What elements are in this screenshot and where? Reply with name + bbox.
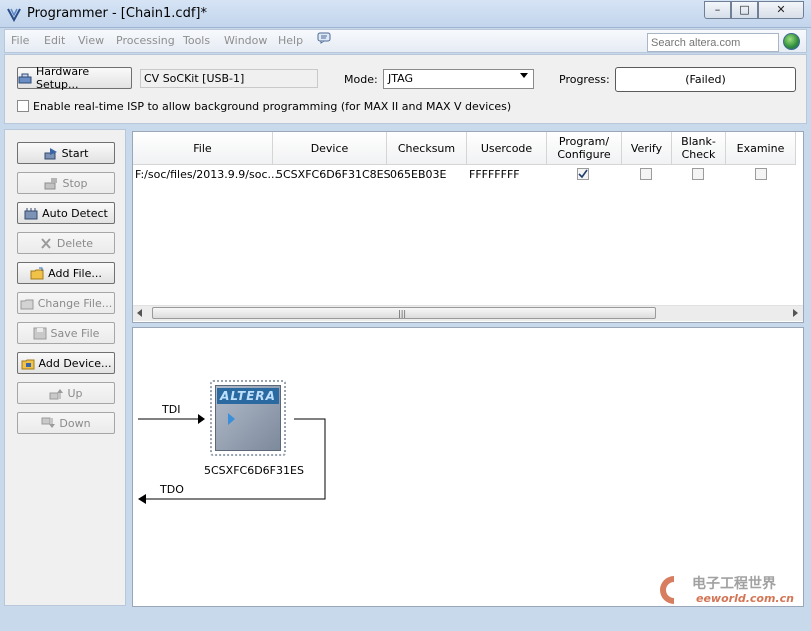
scroll-right-icon[interactable] xyxy=(793,309,798,317)
hardware-setup-button[interactable]: Hardware Setup... xyxy=(17,65,132,91)
mode-select[interactable]: JTAG xyxy=(383,69,534,89)
delete-label: Delete xyxy=(56,236,94,250)
add-device-label: Add Device... xyxy=(38,356,112,370)
auto-detect-label: Auto Detect xyxy=(42,206,108,220)
column-header-examine[interactable]: Examine xyxy=(726,132,796,165)
progress-status: (Failed) xyxy=(615,67,796,92)
tdo-label: TDO xyxy=(160,483,184,496)
up-button[interactable]: Up xyxy=(17,382,115,404)
row-usercode[interactable]: FFFFFFFF xyxy=(469,168,520,181)
menu-window[interactable]: Window xyxy=(224,34,267,47)
auto-detect-button[interactable]: Auto Detect xyxy=(17,202,115,224)
maximize-button[interactable]: □ xyxy=(731,1,758,19)
up-icon xyxy=(49,388,64,399)
chevron-down-icon[interactable] xyxy=(520,73,528,78)
down-button[interactable]: Down xyxy=(17,412,115,434)
progress-label: Progress: xyxy=(559,73,610,86)
verify-checkbox[interactable] xyxy=(640,168,652,180)
row-file[interactable]: F:/soc/files/2013.9.9/soc... xyxy=(135,168,278,181)
add-file-label: Add File... xyxy=(48,266,102,280)
mode-label: Mode: xyxy=(344,73,378,86)
blank-check-checkbox[interactable] xyxy=(692,168,704,180)
hardware-field: CV SoCKit [USB-1] xyxy=(140,69,318,88)
scroll-left-icon[interactable] xyxy=(137,309,142,317)
globe-icon[interactable] xyxy=(783,33,800,50)
save-file-button[interactable]: Save File xyxy=(17,322,115,344)
column-header-program-configure[interactable]: Program/ Configure xyxy=(547,132,622,165)
svg-text:eeworld.com.cn: eeworld.com.cn xyxy=(696,592,794,605)
delete-button[interactable]: Delete xyxy=(17,232,115,254)
delete-icon xyxy=(41,237,51,249)
save-file-label: Save File xyxy=(50,326,100,340)
menu-edit[interactable]: Edit xyxy=(44,34,65,47)
scroll-grip-icon: ||| xyxy=(398,309,407,318)
column-header-blank-check[interactable]: Blank- Check xyxy=(672,132,726,165)
close-button[interactable]: ✕ xyxy=(758,1,804,19)
minimize-button[interactable]: – xyxy=(704,1,731,19)
menu-file[interactable]: File xyxy=(11,34,29,47)
menu-help[interactable]: Help xyxy=(278,34,303,47)
search-input[interactable] xyxy=(647,33,779,52)
menu-processing[interactable]: Processing xyxy=(116,34,175,47)
column-header-checksum[interactable]: Checksum xyxy=(387,132,467,165)
hardware-setup-label: Hardware Setup... xyxy=(36,65,90,91)
column-header-device[interactable]: Device xyxy=(273,132,387,165)
column-header-usercode[interactable]: Usercode xyxy=(467,132,547,165)
programmer-app-icon xyxy=(7,8,21,22)
stop-icon xyxy=(44,177,58,189)
window-title: Programmer - [Chain1.cdf]* xyxy=(27,6,207,21)
hardware-icon xyxy=(18,73,32,83)
isp-checkbox-label: Enable real-time ISP to allow background… xyxy=(33,100,512,113)
add-file-button[interactable]: Add File... xyxy=(17,262,115,284)
menu-view[interactable]: View xyxy=(78,34,104,47)
help-chat-icon[interactable] xyxy=(317,32,331,44)
save-file-icon xyxy=(33,327,47,339)
start-button[interactable]: Start xyxy=(17,142,115,164)
program-configure-checkbox[interactable] xyxy=(577,168,589,180)
eeworld-watermark-logo: 电子工程世界 eeworld.com.cn xyxy=(660,575,794,605)
menu-tools[interactable]: Tools xyxy=(183,34,210,47)
add-device-button[interactable]: Add Device... xyxy=(17,352,115,374)
up-label: Up xyxy=(67,386,83,400)
stop-label: Stop xyxy=(62,176,88,190)
change-file-button[interactable]: Change File... xyxy=(17,292,115,314)
change-file-icon xyxy=(20,299,34,309)
stop-button[interactable]: Stop xyxy=(17,172,115,194)
start-label: Start xyxy=(61,146,89,160)
auto-detect-icon xyxy=(24,207,38,219)
add-device-icon xyxy=(21,359,35,369)
column-header-verify[interactable]: Verify xyxy=(622,132,672,165)
tdi-label: TDI xyxy=(162,403,181,416)
altera-logo: ALTERA xyxy=(217,388,279,404)
play-arrow-icon xyxy=(228,413,235,425)
examine-checkbox[interactable] xyxy=(755,168,767,180)
row-device[interactable]: 5CSXFC6D6F31C8ES xyxy=(276,168,391,181)
add-file-icon xyxy=(30,267,44,279)
device-name-label: 5CSXFC6D6F31ES xyxy=(204,464,304,477)
svg-text:电子工程世界: 电子工程世界 xyxy=(692,575,777,592)
row-checksum[interactable]: 065EB03E xyxy=(390,168,446,181)
change-file-label: Change File... xyxy=(37,296,113,310)
checkmark-icon xyxy=(578,169,588,179)
column-header-file[interactable]: File xyxy=(133,132,273,165)
down-icon xyxy=(41,417,56,428)
down-label: Down xyxy=(59,416,91,430)
start-icon xyxy=(44,147,57,159)
isp-checkbox[interactable] xyxy=(17,100,29,112)
